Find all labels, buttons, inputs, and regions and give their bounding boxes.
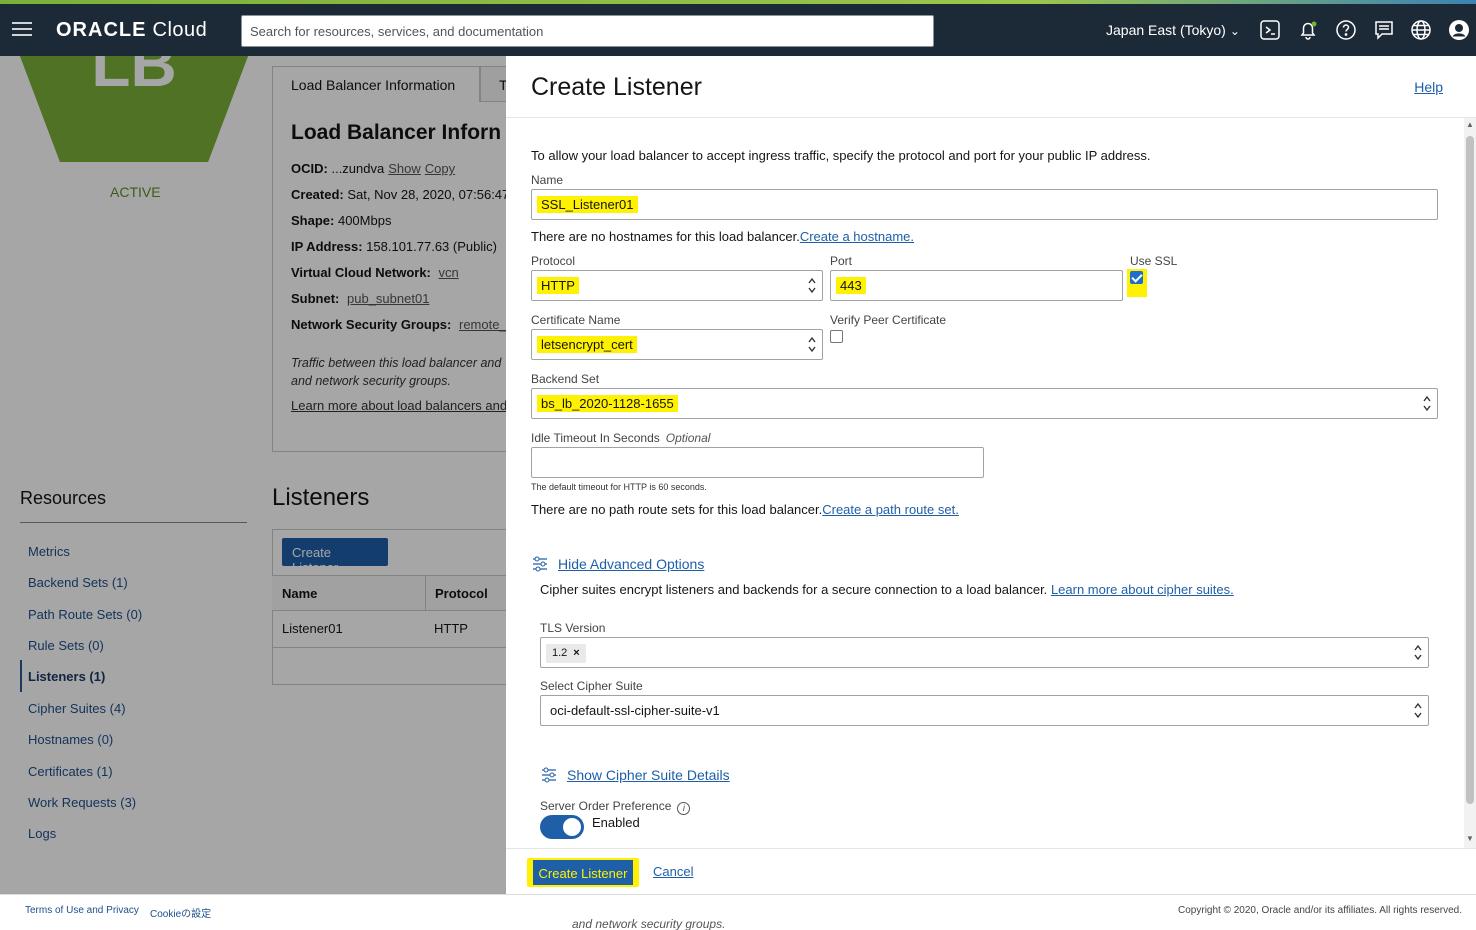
page-footer: Terms of Use and Privacy Cookieの設定 and n… — [0, 894, 1476, 930]
oracle-cloud-logo[interactable]: ORACLE Cloud — [56, 19, 207, 42]
sliders-icon — [542, 767, 556, 783]
idle-timeout-help: The default timeout for HTTP is 60 secon… — [531, 482, 707, 492]
panel-title: Create Listener — [531, 73, 702, 101]
protocol-select[interactable]: HTTP — [531, 270, 823, 301]
global-search-input[interactable]: Search for resources, services, and docu… — [241, 15, 934, 47]
copyright-text: Copyright © 2020, Oracle and/or its affi… — [1178, 905, 1462, 916]
panel-header: Create Listener Help — [506, 56, 1476, 118]
select-updown-icon — [1414, 644, 1422, 661]
tls-version-label: TLS Version — [540, 621, 606, 635]
cipher-suite-select[interactable]: oci-default-ssl-cipher-suite-v1 — [540, 695, 1429, 726]
select-updown-icon — [1423, 395, 1431, 412]
panel-scrollbar[interactable]: ▲ ▼ — [1464, 118, 1476, 848]
info-icon[interactable]: i — [677, 802, 691, 815]
name-value: SSL_Listener01 — [537, 196, 638, 213]
port-label: Port — [830, 254, 853, 268]
notifications-bell-icon[interactable] — [1297, 19, 1319, 41]
scroll-down-icon[interactable]: ▼ — [1466, 834, 1474, 843]
create-path-route-link[interactable]: Create a path route set. — [822, 502, 959, 517]
verify-peer-checkbox[interactable] — [830, 330, 843, 343]
modal-overlay[interactable] — [0, 56, 506, 894]
scroll-thumb[interactable] — [1466, 136, 1474, 804]
hostname-note: There are no hostnames for this load bal… — [531, 229, 915, 244]
name-label: Name — [531, 173, 564, 187]
remove-chip-icon[interactable]: × — [573, 647, 579, 659]
tls-version-select[interactable]: 1.2 × — [540, 637, 1429, 668]
panel-body: To allow your load balancer to accept in… — [506, 118, 1464, 848]
select-updown-icon — [1414, 702, 1422, 719]
certificate-value: letsencrypt_cert — [537, 336, 637, 353]
chevron-down-icon: ⌄ — [1229, 24, 1240, 38]
top-navigation-bar: ORACLE Cloud Search for resources, servi… — [0, 0, 1476, 56]
cloud-shell-icon[interactable] — [1259, 19, 1281, 41]
user-profile-icon[interactable] — [1448, 19, 1470, 41]
port-input[interactable]: 443 — [830, 270, 1123, 301]
hamburger-menu-icon[interactable] — [12, 22, 32, 36]
hide-advanced-options-link[interactable]: Hide Advanced Options — [558, 556, 704, 572]
create-hostname-link[interactable]: Create a hostname. — [800, 229, 914, 244]
select-updown-icon — [808, 336, 816, 353]
backend-set-select[interactable]: bs_lb_2020-1128-1655 — [531, 388, 1438, 419]
certificate-select[interactable]: letsencrypt_cert — [531, 329, 823, 360]
feedback-chat-icon[interactable] — [1373, 19, 1395, 41]
server-order-toggle[interactable] — [540, 815, 584, 839]
learn-cipher-link[interactable]: Learn more about cipher suites. — [1051, 582, 1234, 597]
server-order-label: Server Order Preference i — [540, 799, 691, 815]
verify-peer-label: Verify Peer Certificate — [830, 313, 947, 327]
show-cipher-details-link[interactable]: Show Cipher Suite Details — [567, 767, 730, 783]
help-icon[interactable] — [1335, 19, 1357, 41]
create-listener-panel: Create Listener Help To allow your load … — [506, 56, 1476, 894]
sliders-icon — [533, 556, 547, 572]
terms-link[interactable]: Terms of Use and Privacy — [25, 905, 139, 916]
idle-timeout-label: Idle Timeout In Seconds Optional — [531, 431, 711, 445]
cancel-button[interactable]: Cancel — [653, 864, 693, 879]
panel-footer: Create Listener Cancel — [506, 848, 1476, 894]
optional-tag: Optional — [665, 431, 711, 445]
language-globe-icon[interactable] — [1410, 19, 1432, 41]
cipher-suite-label: Select Cipher Suite — [540, 679, 643, 693]
path-route-note: There are no path route sets for this lo… — [531, 502, 959, 517]
intro-text: To allow your load balancer to accept in… — [531, 148, 1151, 163]
port-value: 443 — [836, 277, 866, 294]
use-ssl-label: Use SSL — [1130, 254, 1178, 268]
tls-chip[interactable]: 1.2 × — [546, 644, 586, 663]
footer-background-text: and network security groups. — [572, 917, 726, 930]
create-listener-button[interactable]: Create Listener — [531, 858, 635, 887]
idle-timeout-input[interactable] — [531, 447, 984, 478]
cookie-settings-link[interactable]: Cookieの設定 — [150, 905, 211, 920]
certificate-label: Certificate Name — [531, 313, 621, 327]
scroll-up-icon[interactable]: ▲ — [1466, 120, 1474, 129]
select-updown-icon — [808, 277, 816, 294]
use-ssl-checkbox[interactable] — [1130, 271, 1143, 284]
cipher-suite-value: oci-default-ssl-cipher-suite-v1 — [550, 703, 720, 718]
region-selector[interactable]: Japan East (Tokyo) ⌄ — [1106, 22, 1240, 38]
cipher-note: Cipher suites encrypt listeners and back… — [540, 582, 1234, 597]
top-accent-stripe — [0, 0, 1476, 4]
name-input[interactable]: SSL_Listener01 — [531, 189, 1438, 220]
protocol-value: HTTP — [537, 277, 579, 294]
server-order-state: Enabled — [592, 815, 640, 830]
backend-set-value: bs_lb_2020-1128-1655 — [537, 395, 678, 412]
backend-set-label: Backend Set — [531, 372, 600, 386]
protocol-label: Protocol — [531, 254, 576, 268]
help-link[interactable]: Help — [1414, 79, 1443, 95]
